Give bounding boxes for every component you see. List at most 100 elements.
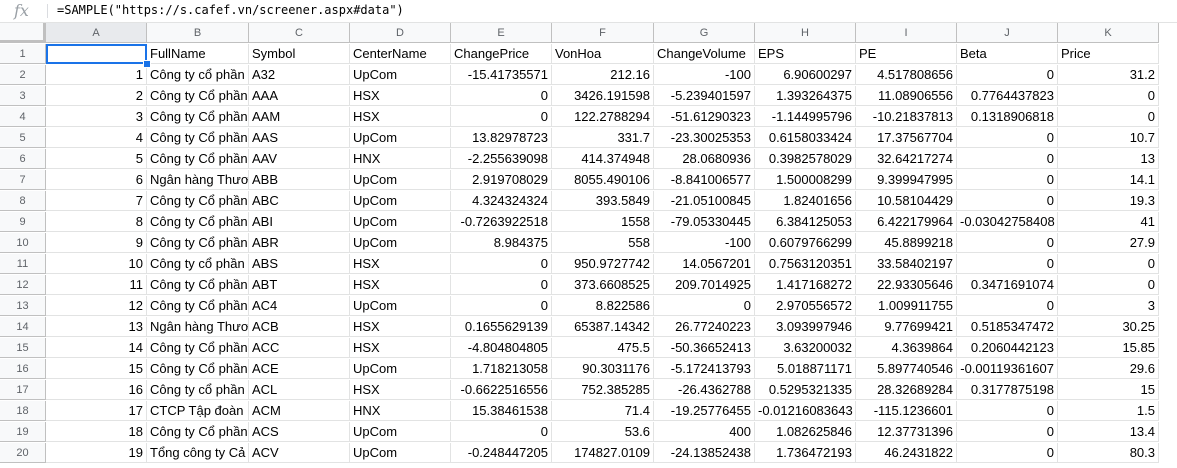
column-header-j[interactable]: J bbox=[957, 23, 1058, 43]
cell-b14[interactable]: Ngân hàng Thươ bbox=[147, 317, 249, 337]
cell-e18[interactable]: 15.38461538 bbox=[451, 401, 552, 421]
cell-h20[interactable]: 1.736472193 bbox=[755, 443, 856, 463]
cell-f1[interactable]: VonHoa bbox=[552, 44, 654, 64]
cell-d15[interactable]: HSX bbox=[350, 338, 451, 358]
cell-j3[interactable]: 0.7764437823 bbox=[957, 86, 1058, 106]
cell-g3[interactable]: -5.239401597 bbox=[654, 86, 755, 106]
cell-j11[interactable]: 0 bbox=[957, 254, 1058, 274]
cell-a3[interactable]: 2 bbox=[46, 86, 147, 106]
cell-h11[interactable]: 0.7563120351 bbox=[755, 254, 856, 274]
cell-k12[interactable]: 0 bbox=[1058, 275, 1159, 295]
cell-e12[interactable]: 0 bbox=[451, 275, 552, 295]
cell-h12[interactable]: 1.417168272 bbox=[755, 275, 856, 295]
cell-b2[interactable]: Công ty cổ phần bbox=[147, 65, 249, 85]
cell-e5[interactable]: 13.82978723 bbox=[451, 128, 552, 148]
cell-d4[interactable]: HSX bbox=[350, 107, 451, 127]
column-header-d[interactable]: D bbox=[350, 23, 451, 43]
cell-k6[interactable]: 13 bbox=[1058, 149, 1159, 169]
cell-c18[interactable]: ACM bbox=[249, 401, 350, 421]
cell-h3[interactable]: 1.393264375 bbox=[755, 86, 856, 106]
cell-h19[interactable]: 1.082625846 bbox=[755, 422, 856, 442]
cell-g9[interactable]: -79.05330445 bbox=[654, 212, 755, 232]
cell-d14[interactable]: HSX bbox=[350, 317, 451, 337]
cell-d17[interactable]: HSX bbox=[350, 380, 451, 400]
cell-f11[interactable]: 950.9727742 bbox=[552, 254, 654, 274]
cell-a2[interactable]: 1 bbox=[46, 65, 147, 85]
cell-f12[interactable]: 373.6608525 bbox=[552, 275, 654, 295]
cell-e9[interactable]: -0.7263922518 bbox=[451, 212, 552, 232]
cell-f5[interactable]: 331.7 bbox=[552, 128, 654, 148]
cell-d16[interactable]: UpCom bbox=[350, 359, 451, 379]
cell-b7[interactable]: Ngân hàng Thươ bbox=[147, 170, 249, 190]
row-header[interactable]: 5 bbox=[0, 128, 46, 148]
cell-c5[interactable]: AAS bbox=[249, 128, 350, 148]
cell-f17[interactable]: 752.385285 bbox=[552, 380, 654, 400]
cell-j7[interactable]: 0 bbox=[957, 170, 1058, 190]
cell-c6[interactable]: AAV bbox=[249, 149, 350, 169]
cell-k20[interactable]: 80.3 bbox=[1058, 443, 1159, 463]
cell-g12[interactable]: 209.7014925 bbox=[654, 275, 755, 295]
cell-c7[interactable]: ABB bbox=[249, 170, 350, 190]
cell-c11[interactable]: ABS bbox=[249, 254, 350, 274]
cell-a18[interactable]: 17 bbox=[46, 401, 147, 421]
cell-f3[interactable]: 3426.191598 bbox=[552, 86, 654, 106]
cell-i15[interactable]: 4.3639864 bbox=[856, 338, 957, 358]
cell-j12[interactable]: 0.3471691074 bbox=[957, 275, 1058, 295]
cell-f4[interactable]: 122.2788294 bbox=[552, 107, 654, 127]
row-header[interactable]: 20 bbox=[0, 443, 46, 463]
cell-a5[interactable]: 4 bbox=[46, 128, 147, 148]
row-header[interactable]: 15 bbox=[0, 338, 46, 358]
cell-c14[interactable]: ACB bbox=[249, 317, 350, 337]
cell-h5[interactable]: 0.6158033424 bbox=[755, 128, 856, 148]
row-header[interactable]: 9 bbox=[0, 212, 46, 232]
cell-d11[interactable]: HSX bbox=[350, 254, 451, 274]
cell-f10[interactable]: 558 bbox=[552, 233, 654, 253]
cell-i18[interactable]: -115.1236601 bbox=[856, 401, 957, 421]
cell-d19[interactable]: UpCom bbox=[350, 422, 451, 442]
column-header-c[interactable]: C bbox=[249, 23, 350, 43]
cell-i11[interactable]: 33.58402197 bbox=[856, 254, 957, 274]
row-header[interactable]: 8 bbox=[0, 191, 46, 211]
cell-e8[interactable]: 4.324324324 bbox=[451, 191, 552, 211]
cell-g8[interactable]: -21.05100845 bbox=[654, 191, 755, 211]
cell-c17[interactable]: ACL bbox=[249, 380, 350, 400]
row-header[interactable]: 12 bbox=[0, 275, 46, 295]
cell-g13[interactable]: 0 bbox=[654, 296, 755, 316]
cell-d1[interactable]: CenterName bbox=[350, 44, 451, 64]
cell-e7[interactable]: 2.919708029 bbox=[451, 170, 552, 190]
cell-h6[interactable]: 0.3982578029 bbox=[755, 149, 856, 169]
cell-c8[interactable]: ABC bbox=[249, 191, 350, 211]
row-header[interactable]: 10 bbox=[0, 233, 46, 253]
cell-j2[interactable]: 0 bbox=[957, 65, 1058, 85]
cell-c1[interactable]: Symbol bbox=[249, 44, 350, 64]
column-header-k[interactable]: K bbox=[1058, 23, 1159, 43]
cell-d9[interactable]: UpCom bbox=[350, 212, 451, 232]
cell-g10[interactable]: -100 bbox=[654, 233, 755, 253]
cell-f20[interactable]: 174827.0109 bbox=[552, 443, 654, 463]
cell-i4[interactable]: -10.21837813 bbox=[856, 107, 957, 127]
cell-e14[interactable]: 0.1655629139 bbox=[451, 317, 552, 337]
cell-k9[interactable]: 41 bbox=[1058, 212, 1159, 232]
cell-e20[interactable]: -0.248447205 bbox=[451, 443, 552, 463]
cell-j14[interactable]: 0.5185347472 bbox=[957, 317, 1058, 337]
cell-f9[interactable]: 1558 bbox=[552, 212, 654, 232]
cell-i6[interactable]: 32.64217274 bbox=[856, 149, 957, 169]
cell-g15[interactable]: -50.36652413 bbox=[654, 338, 755, 358]
cell-i13[interactable]: 1.009911755 bbox=[856, 296, 957, 316]
cell-b6[interactable]: Công ty Cổ phần bbox=[147, 149, 249, 169]
cell-h10[interactable]: 0.6079766299 bbox=[755, 233, 856, 253]
cell-e11[interactable]: 0 bbox=[451, 254, 552, 274]
cell-f13[interactable]: 8.822586 bbox=[552, 296, 654, 316]
cell-c13[interactable]: AC4 bbox=[249, 296, 350, 316]
cell-c2[interactable]: A32 bbox=[249, 65, 350, 85]
cell-h15[interactable]: 3.63200032 bbox=[755, 338, 856, 358]
cell-a9[interactable]: 8 bbox=[46, 212, 147, 232]
cell-g1[interactable]: ChangeVolume bbox=[654, 44, 755, 64]
cell-b17[interactable]: Công ty cổ phần bbox=[147, 380, 249, 400]
cell-j8[interactable]: 0 bbox=[957, 191, 1058, 211]
cell-k15[interactable]: 15.85 bbox=[1058, 338, 1159, 358]
cell-k17[interactable]: 15 bbox=[1058, 380, 1159, 400]
cell-g18[interactable]: -19.25776455 bbox=[654, 401, 755, 421]
cell-g6[interactable]: 28.0680936 bbox=[654, 149, 755, 169]
cell-c9[interactable]: ABI bbox=[249, 212, 350, 232]
